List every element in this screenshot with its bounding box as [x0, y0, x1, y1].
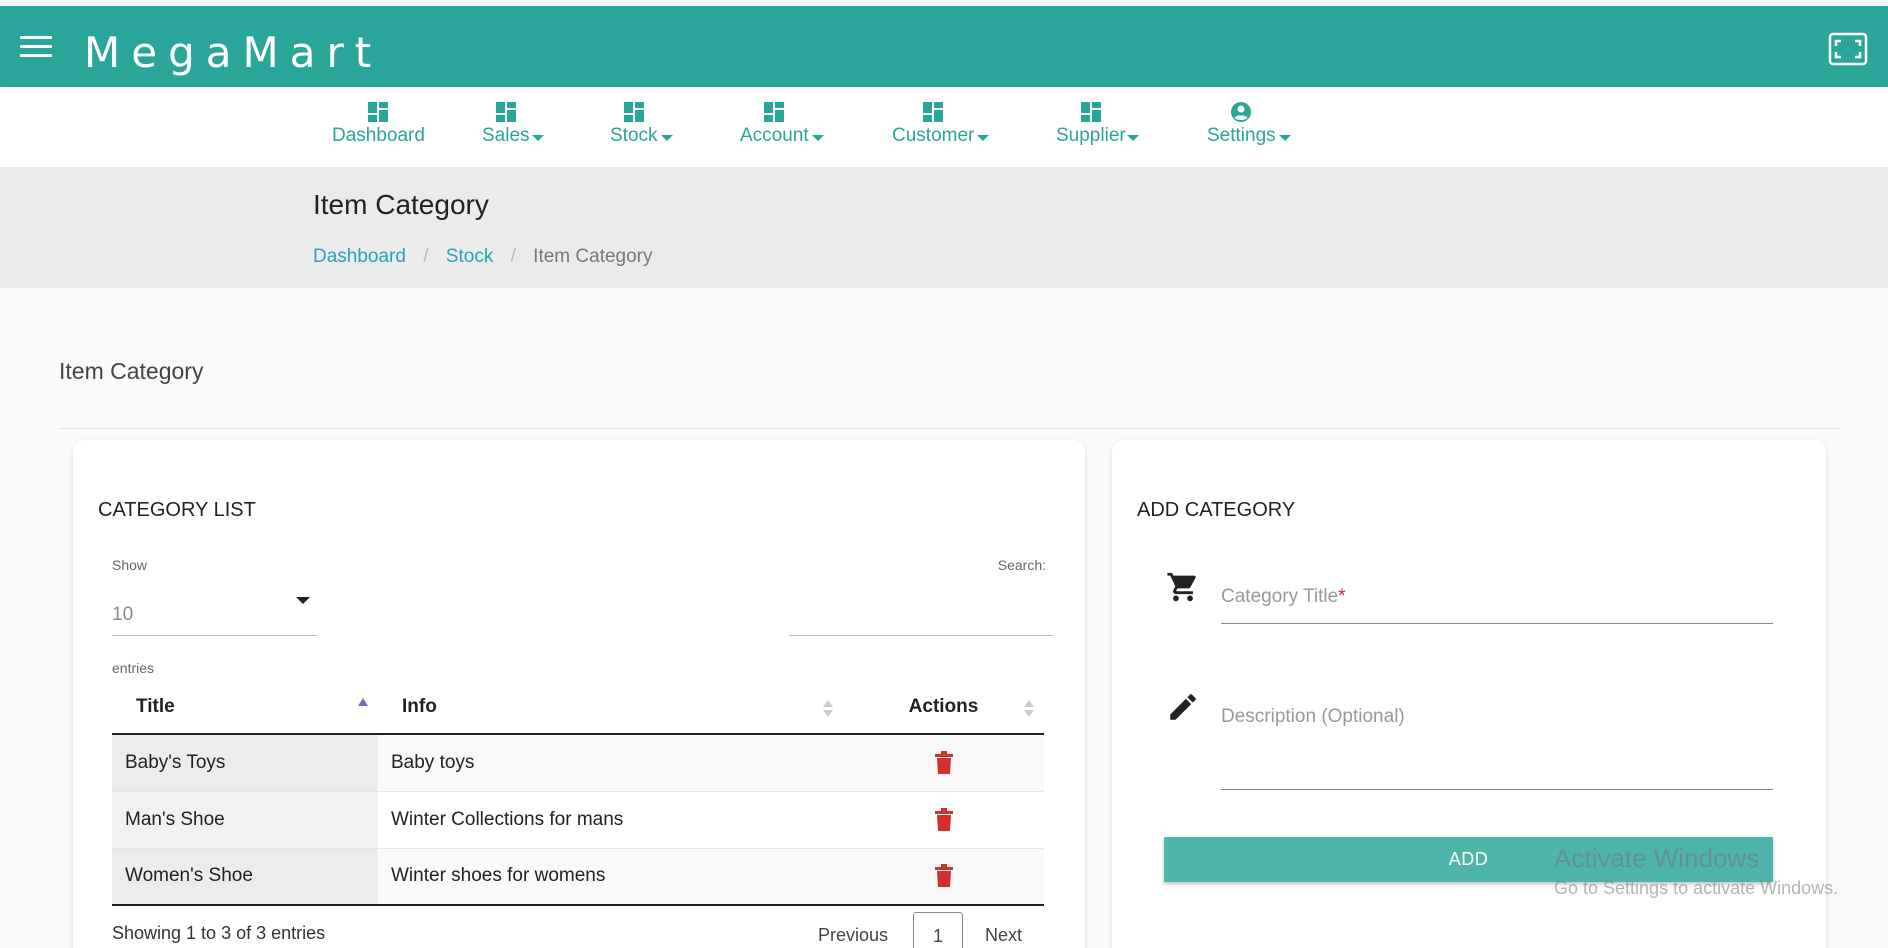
table-info: Showing 1 to 3 of 3 entries	[112, 923, 326, 943]
column-header-title[interactable]: Title	[112, 680, 378, 735]
shopping-cart-icon	[1167, 572, 1196, 602]
app-header: MegaMart	[0, 6, 1888, 87]
pagination-previous[interactable]: Previous	[818, 925, 888, 946]
nav-item-settings[interactable]: Settings	[1207, 101, 1291, 147]
main-nav: Dashboard Sales Stock Account Customer S…	[0, 87, 1888, 167]
dashboard-icon	[923, 102, 944, 122]
nav-item-label: Dashboard	[332, 125, 425, 146]
table-row: Women's Shoe Winter shoes for womens	[112, 848, 1044, 906]
pagination-next[interactable]: Next	[985, 925, 1022, 946]
breadcrumb-stock[interactable]: Stock	[446, 246, 494, 267]
category-title-input[interactable]	[1221, 576, 1773, 624]
chevron-down-icon	[977, 135, 989, 141]
description-input[interactable]	[1221, 736, 1773, 790]
dashboard-icon	[764, 102, 785, 122]
category-list-card: CATEGORY LIST Show 10 entries Search: Ti…	[73, 440, 1085, 948]
sort-ascending-icon	[358, 698, 368, 706]
dashboard-icon	[495, 102, 516, 122]
column-header-info[interactable]: Info	[378, 680, 843, 735]
column-header-label: Info	[402, 695, 437, 717]
fullscreen-icon[interactable]	[1828, 32, 1868, 66]
dashboard-icon	[623, 102, 644, 122]
nav-item-sales[interactable]: Sales	[482, 101, 544, 147]
show-label: Show	[112, 557, 148, 573]
breadcrumb-dashboard[interactable]: Dashboard	[313, 246, 406, 267]
nav-item-account[interactable]: Account	[740, 101, 824, 147]
section-title: Item Category	[59, 358, 204, 384]
chevron-down-icon	[661, 135, 673, 141]
chevron-down-icon	[532, 135, 544, 141]
cell-title: Baby's Toys	[112, 734, 378, 792]
page-title: Item Category	[313, 189, 489, 220]
add-category-card: ADD CATEGORY Category Title* Description…	[1112, 440, 1826, 948]
nav-item-label: Supplier	[1056, 125, 1126, 146]
chevron-down-icon	[1279, 135, 1291, 141]
nav-item-supplier[interactable]: Supplier	[1056, 101, 1139, 147]
table-header-row: Title Info Actions	[112, 680, 1044, 735]
table-row: Man's Shoe Winter Collections for mans	[112, 791, 1044, 849]
page-length-select[interactable]: 10	[112, 580, 318, 636]
nav-item-stock[interactable]: Stock	[610, 101, 673, 147]
chevron-down-icon	[296, 597, 310, 604]
nav-item-label: Sales	[482, 125, 530, 146]
description-label: Description (Optional)	[1221, 706, 1405, 727]
delete-icon[interactable]	[934, 864, 954, 888]
category-list-title: CATEGORY LIST	[98, 499, 256, 521]
nav-item-dashboard[interactable]: Dashboard	[332, 101, 425, 147]
breadcrumb-current: Item Category	[533, 246, 653, 267]
cell-actions	[843, 734, 1044, 792]
add-category-button[interactable]: ADD	[1164, 837, 1773, 882]
cell-info: Winter Collections for mans	[378, 791, 843, 849]
menu-icon[interactable]	[20, 36, 52, 58]
nav-item-label: Account	[740, 125, 809, 146]
cell-title: Women's Shoe	[112, 848, 378, 906]
chevron-down-icon	[1127, 135, 1139, 141]
delete-icon[interactable]	[934, 750, 954, 775]
table-row: Baby's Toys Baby toys	[112, 734, 1044, 792]
pencil-icon	[1170, 694, 1196, 720]
nav-item-label: Stock	[610, 125, 658, 146]
sort-icon	[1024, 700, 1034, 718]
chevron-down-icon	[812, 135, 824, 141]
column-header-label: Title	[136, 695, 175, 717]
dashboard-icon	[368, 102, 389, 122]
breadcrumb-separator: /	[510, 246, 516, 267]
search-label: Search:	[997, 557, 1046, 573]
app-brand: MegaMart	[84, 28, 383, 77]
breadcrumb-separator: /	[423, 246, 429, 267]
nav-item-label: Customer	[892, 125, 975, 146]
column-header-actions[interactable]: Actions	[843, 680, 1044, 735]
pagination-page-1[interactable]: 1	[913, 912, 963, 948]
sort-icon	[823, 700, 833, 718]
cell-info: Winter shoes for womens	[378, 848, 843, 906]
column-header-label: Actions	[908, 695, 979, 717]
cell-title: Man's Shoe	[112, 791, 378, 849]
page-length-value: 10	[112, 604, 134, 625]
breadcrumb: Dashboard / Stock / Item Category	[313, 246, 653, 268]
section-divider	[59, 428, 1839, 429]
cell-actions	[843, 848, 1044, 906]
cell-actions	[843, 791, 1044, 849]
cell-info: Baby toys	[378, 734, 843, 792]
add-category-title: ADD CATEGORY	[1137, 499, 1296, 521]
nav-item-customer[interactable]: Customer	[892, 101, 989, 147]
nav-item-label: Settings	[1207, 125, 1276, 146]
dashboard-icon	[1080, 102, 1101, 122]
category-table: Title Info Actions Baby's Toys Baby toys	[112, 680, 1044, 906]
account-circle-icon	[1231, 102, 1252, 122]
page-header: Item Category Dashboard / Stock / Item C…	[0, 167, 1888, 288]
search-input[interactable]	[789, 590, 1053, 636]
delete-icon[interactable]	[934, 807, 954, 832]
entries-label: entries	[112, 660, 155, 676]
